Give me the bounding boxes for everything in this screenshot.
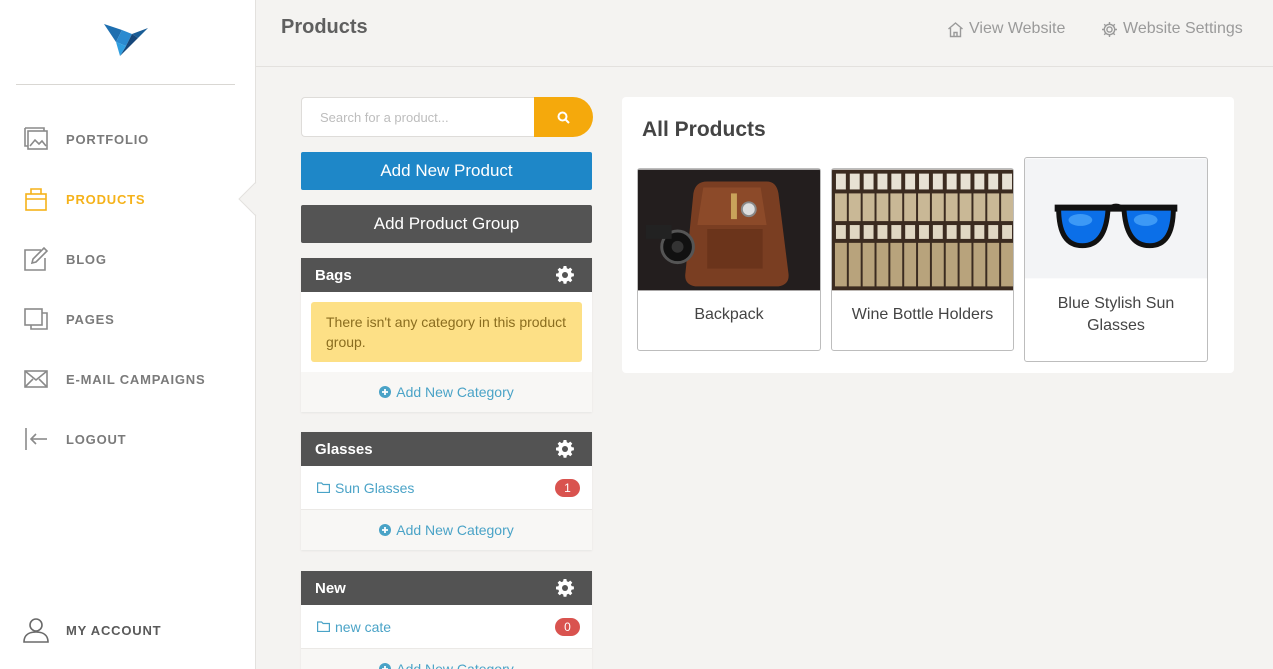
gear-icon[interactable] (555, 439, 575, 459)
envelope-icon (22, 365, 50, 393)
sidebar-item-label: PRODUCTS (66, 191, 146, 207)
active-indicator (238, 182, 257, 216)
group-header: New (301, 571, 592, 605)
top-header: Products View Website Website Settings (256, 0, 1273, 67)
sidebar-item-label: PORTFOLIO (66, 131, 150, 147)
sidebar-item-email-campaigns[interactable]: E-MAIL CAMPAIGNS (0, 359, 256, 399)
sidebar-item-label: MY ACCOUNT (66, 622, 162, 638)
product-card-backpack[interactable]: Backpack (637, 168, 821, 351)
search-button[interactable] (534, 97, 593, 137)
empty-group-alert: There isn't any category in this product… (311, 302, 582, 362)
group-header: Bags (301, 258, 592, 292)
add-new-product-button[interactable]: Add New Product (301, 152, 592, 190)
search-icon (557, 111, 570, 124)
plus-circle-icon (379, 524, 392, 536)
home-icon (948, 21, 963, 37)
gear-icon[interactable] (555, 578, 575, 598)
gear-icon[interactable] (555, 265, 575, 285)
product-name: Backpack (694, 306, 764, 323)
category-name: Sun Glasses (335, 479, 415, 496)
group-title: Bags (315, 266, 352, 284)
category-count-badge: 1 (555, 479, 580, 497)
folder-icon (317, 621, 330, 632)
sidebar-item-label: BLOG (66, 251, 107, 267)
view-website-link[interactable]: View Website (947, 20, 1065, 38)
add-product-group-button[interactable]: Add Product Group (301, 205, 592, 243)
category-link-sun-glasses[interactable]: Sun Glasses (317, 480, 414, 496)
group-header: Glasses (301, 432, 592, 466)
product-name: Wine Bottle Holders (851, 306, 994, 323)
add-category-label: Add New Category (396, 384, 514, 400)
logout-icon (22, 425, 50, 453)
category-row: Sun Glasses 1 (301, 466, 592, 510)
all-products-panel: All Products Backpack Wine Bottle Holder… (622, 97, 1234, 373)
product-name: Blue Stylish Sun Glasses (1057, 295, 1175, 334)
category-count-badge: 0 (555, 618, 580, 636)
add-category-label: Add New Category (396, 661, 514, 669)
add-new-category-link[interactable]: Add New Category (301, 649, 592, 669)
product-card-blue-stylish-sun-glasses[interactable]: Blue Stylish Sun Glasses (1024, 157, 1208, 362)
category-name: new cate (335, 618, 392, 635)
image-gallery-icon (22, 125, 50, 153)
edit-icon (22, 245, 50, 273)
product-card-wine-bottle-holders[interactable]: Wine Bottle Holders (831, 168, 1014, 351)
category-row: new cate 0 (301, 605, 592, 649)
sidebar-item-portfolio[interactable]: PORTFOLIO (0, 119, 256, 159)
plus-circle-icon (379, 386, 392, 398)
sidebar-item-label: E-MAIL CAMPAIGNS (66, 371, 206, 387)
search-input[interactable] (301, 97, 541, 137)
sunglasses-image (1025, 158, 1207, 279)
group-title: New (315, 579, 346, 597)
gear-icon (1102, 21, 1117, 37)
category-link-new-cate[interactable]: new cate (317, 619, 391, 635)
website-settings-label: Website Settings (1123, 20, 1243, 37)
sidebar-item-products[interactable]: PRODUCTS (0, 179, 256, 219)
group-title: Glasses (315, 440, 373, 458)
product-search (301, 97, 593, 137)
panel-title: All Products (642, 118, 766, 141)
sidebar-item-logout[interactable]: LOGOUT (0, 419, 256, 459)
backpack-image (638, 169, 820, 291)
sidebar-item-label: LOGOUT (66, 431, 127, 447)
website-settings-link[interactable]: Website Settings (1101, 20, 1243, 38)
folder-icon (317, 482, 330, 493)
plus-circle-icon (379, 663, 392, 669)
sidebar-item-pages[interactable]: PAGES (0, 299, 256, 339)
product-group-glasses: Glasses Sun Glasses 1 Add New Category (301, 432, 592, 550)
sidebar: PORTFOLIO PRODUCTS BLOG PAGES E-MAIL CAM… (0, 0, 256, 669)
product-group-bags: Bags There isn't any category in this pr… (301, 258, 592, 412)
bird-logo-icon[interactable] (102, 20, 150, 58)
view-website-label: View Website (969, 20, 1066, 37)
product-group-new: New new cate 0 Add New Category (301, 571, 592, 669)
sidebar-divider (16, 84, 235, 85)
sidebar-item-label: PAGES (66, 311, 115, 327)
page-title: Products (281, 16, 368, 38)
pages-icon (22, 305, 50, 333)
user-icon (22, 616, 50, 644)
sidebar-item-blog[interactable]: BLOG (0, 239, 256, 279)
sidebar-item-my-account[interactable]: MY ACCOUNT (0, 610, 256, 650)
box-icon (22, 185, 50, 213)
add-new-category-link[interactable]: Add New Category (301, 372, 592, 412)
wine-bottle-holders-image (832, 169, 1013, 291)
add-category-label: Add New Category (396, 522, 514, 538)
add-new-category-link[interactable]: Add New Category (301, 510, 592, 550)
